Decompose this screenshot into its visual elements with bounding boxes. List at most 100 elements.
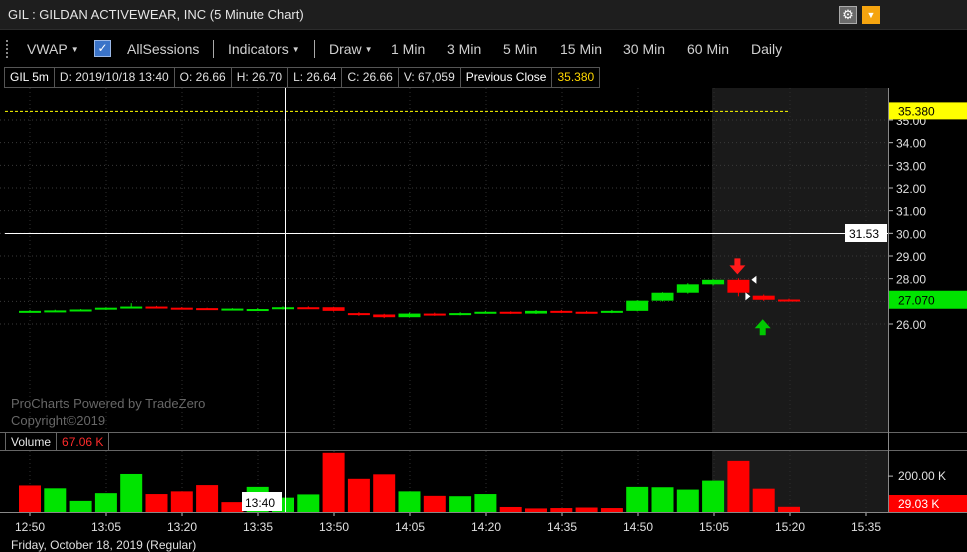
volume-bar: [778, 506, 800, 512]
allsessions-checkbox[interactable]: ✓: [94, 40, 111, 57]
candle-body: [449, 313, 472, 316]
ohlc-info-bar: GIL 5m D: 2019/10/18 13:40 O: 26.66 H: 2…: [4, 67, 601, 88]
toolbar-divider: [213, 40, 214, 58]
volume-bar: [170, 491, 193, 512]
time-axis-tick-label: 14:35: [547, 520, 577, 534]
toolbar-divider: [314, 40, 315, 58]
candle-body: [145, 306, 168, 309]
last-price-label: 27.070: [898, 294, 935, 308]
candle-body: [246, 309, 269, 312]
candle-body: [676, 284, 699, 293]
candle-body: [752, 295, 775, 300]
candle-body: [651, 292, 674, 301]
time-axis-tick-label: 14:20: [471, 520, 501, 534]
previous-close-price-label: 35.380: [898, 104, 935, 118]
bar-low: L: 26.64: [287, 67, 342, 88]
chevron-down-icon: ▼: [70, 45, 79, 54]
gear-icon[interactable]: ⚙: [839, 6, 857, 24]
volume-axis-tick-label: 200.00 K: [898, 469, 946, 483]
symbol-interval: GIL 5m: [4, 67, 54, 88]
time-axis-tick-label: 15:05: [699, 520, 729, 534]
previous-close-label: Previous Close: [459, 67, 552, 88]
vwap-dropdown[interactable]: VWAP ▼: [27, 41, 79, 57]
volume-bar: [474, 494, 497, 512]
volume-bar: [575, 507, 598, 512]
time-axis-tick-label: 13:35: [243, 520, 273, 534]
interval-15min[interactable]: 15 Min: [560, 41, 602, 57]
candle-body: [702, 279, 725, 285]
volume-bar: [44, 488, 67, 512]
time-axis-tick-label: 12:50: [15, 520, 45, 534]
bar-high: H: 26.70: [230, 67, 288, 88]
candle-body: [170, 307, 193, 310]
candle-body: [525, 310, 547, 314]
draw-dropdown[interactable]: Draw ▼: [329, 41, 373, 57]
time-axis-tick-label: 15:20: [775, 520, 805, 534]
price-axis-tick-label: 33.00: [896, 159, 926, 173]
volume-bar: [423, 495, 446, 512]
allsessions-label[interactable]: AllSessions: [127, 41, 199, 57]
volume-bar: [196, 485, 219, 512]
candle-body: [373, 314, 396, 318]
interval-30min[interactable]: 30 Min: [623, 41, 665, 57]
time-axis-tick-label: 13:50: [319, 520, 349, 534]
interval-5min[interactable]: 5 Min: [503, 41, 537, 57]
volume-bar: [626, 486, 649, 512]
candle-body: [778, 299, 800, 302]
time-axis-tick-label: 14:50: [623, 520, 653, 534]
candle-body: [196, 308, 219, 311]
price-axis-tick-label: 34.00: [896, 137, 926, 151]
time-axis-tick-label: 13:20: [167, 520, 197, 534]
interval-daily[interactable]: Daily: [751, 41, 782, 57]
candle-body: [423, 313, 446, 316]
interval-1min[interactable]: 1 Min: [391, 41, 425, 57]
candle-body: [550, 310, 573, 313]
candle-body: [120, 306, 143, 309]
candle-body: [575, 311, 598, 314]
candle-body: [347, 313, 370, 316]
volume-bar: [19, 485, 41, 512]
window-title: GIL : GILDAN ACTIVEWEAR, INC (5 Minute C…: [8, 7, 304, 22]
candle-body: [94, 307, 117, 310]
bar-date: D: 2019/10/18 13:40: [53, 67, 174, 88]
price-axis-tick-label: 32.00: [896, 182, 926, 196]
price-axis-tick-label: 26.00: [896, 318, 926, 332]
price-axis-tick-label: 30.00: [896, 227, 926, 241]
toolbar-grip-icon[interactable]: [6, 40, 9, 58]
candle-body: [727, 279, 750, 293]
volume-bar: [499, 506, 522, 512]
indicators-dropdown[interactable]: Indicators ▼: [228, 41, 300, 57]
volume-bar: [94, 493, 117, 512]
candle-body: [69, 309, 92, 312]
volume-bar: [398, 491, 421, 512]
candle-body: [221, 308, 244, 311]
volume-bar: [651, 487, 674, 512]
volume-label: Volume: [5, 432, 57, 451]
price-chart[interactable]: 35.0034.0033.0032.0031.0030.0029.0028.00…: [0, 88, 967, 552]
volume-bar: [600, 508, 623, 512]
volume-value: 67.06 K: [56, 432, 110, 451]
volume-bar: [221, 502, 244, 512]
candle-body: [19, 310, 41, 313]
crosshair-price-label: 31.53: [849, 227, 879, 241]
volume-bar: [702, 480, 725, 512]
volume-pane-label: Volume 67.06 K: [5, 432, 110, 451]
volume-bar: [373, 474, 396, 512]
candle-body: [474, 311, 497, 314]
candle-body: [626, 300, 649, 311]
bar-volume: V: 67,059: [397, 67, 460, 88]
volume-bar: [525, 508, 547, 512]
volume-bar: [550, 508, 573, 512]
interval-3min[interactable]: 3 Min: [447, 41, 481, 57]
dropdown-icon[interactable]: ▼: [862, 6, 880, 24]
candle-body: [398, 313, 421, 318]
chart-session-date: Friday, October 18, 2019 (Regular): [11, 538, 197, 552]
volume-bar: [120, 473, 143, 512]
previous-close-value: 35.380: [551, 67, 601, 88]
window-titlebar: GIL : GILDAN ACTIVEWEAR, INC (5 Minute C…: [0, 0, 967, 30]
bar-open: O: 26.66: [173, 67, 231, 88]
candle-body: [600, 310, 623, 313]
volume-bar: [676, 489, 699, 512]
bar-close: C: 26.66: [341, 67, 398, 88]
interval-60min[interactable]: 60 Min: [687, 41, 729, 57]
